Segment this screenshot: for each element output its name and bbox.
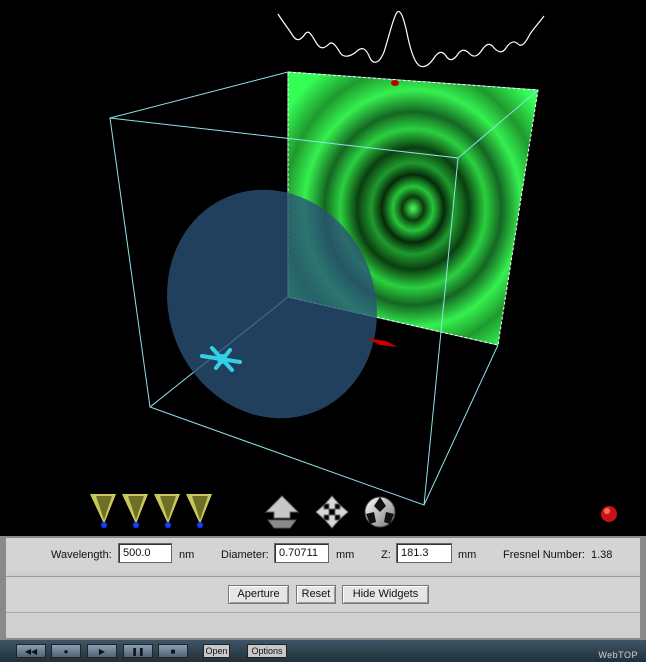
diameter-field[interactable]: 0.70711 <box>274 543 329 563</box>
move-cross-icon[interactable] <box>315 495 349 529</box>
fresnel-number-value: 1.38 <box>591 549 613 561</box>
z-label: Z: <box>381 549 391 561</box>
hide-widgets-button[interactable]: Hide Widgets <box>342 585 429 604</box>
z-field[interactable]: 181.3 <box>396 543 452 563</box>
wavelength-label: Wavelength: <box>51 549 112 561</box>
wavelength-field[interactable]: 500.0 <box>118 543 172 563</box>
play-icon[interactable]: ▶ <box>87 644 117 658</box>
3d-viewport[interactable] <box>0 0 646 536</box>
diameter-label: Diameter: <box>221 549 269 561</box>
diameter-unit: mm <box>336 549 355 561</box>
parameters-row: Wavelength: 500.0 nm Diameter: 0.70711 m… <box>6 538 640 572</box>
status-indicator-icon <box>601 506 617 522</box>
viewpoint-cone-icon[interactable] <box>90 494 116 528</box>
open-button[interactable]: Open <box>203 644 230 658</box>
status-bar <box>6 612 640 637</box>
viewpoint-cone-icon[interactable] <box>154 494 180 528</box>
control-panel: Wavelength: 500.0 nm Diameter: 0.70711 m… <box>0 536 646 640</box>
examine-ball-icon[interactable] <box>364 496 396 528</box>
pause-icon[interactable]: ❚❚ <box>123 644 153 658</box>
options-button[interactable]: Options <box>247 644 287 658</box>
reset-button[interactable]: Reset <box>296 585 336 604</box>
wavelength-unit: nm <box>179 549 195 561</box>
navigate-arrow-icon[interactable] <box>264 495 300 529</box>
stop-icon[interactable]: ■ <box>158 644 188 658</box>
viewpoint-cone-icon[interactable] <box>122 494 148 528</box>
aperture-button[interactable]: Aperture <box>228 585 289 604</box>
player-bar: ◀◀ ● ▶ ❚❚ ■ Open Options WebTOP <box>0 640 646 662</box>
record-icon[interactable]: ● <box>51 644 81 658</box>
z-unit: mm <box>458 549 477 561</box>
screen-position-marker[interactable] <box>391 80 399 86</box>
viewpoint-cone-icon[interactable] <box>186 494 212 528</box>
fresnel-number-label: Fresnel Number: <box>503 549 585 561</box>
intensity-plot-line <box>277 10 545 68</box>
rewind-icon[interactable]: ◀◀ <box>16 644 46 658</box>
brand-logo: WebTOP <box>598 650 638 660</box>
buttons-row: Aperture Reset Hide Widgets <box>6 576 640 611</box>
